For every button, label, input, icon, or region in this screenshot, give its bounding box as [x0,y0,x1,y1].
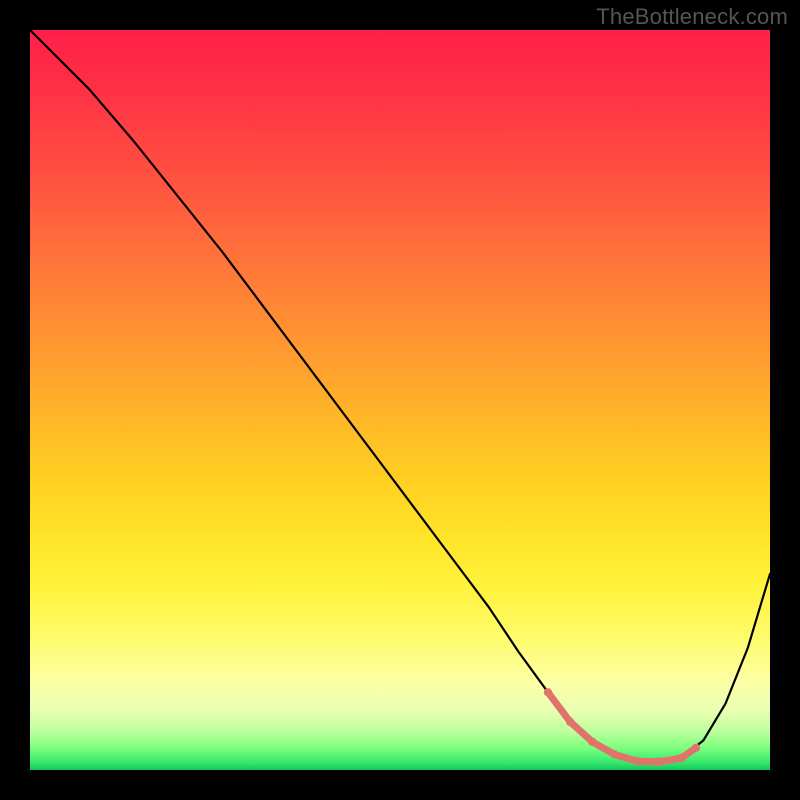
optimal-region-dot [544,688,552,696]
plot-area [30,30,770,770]
optimal-region-dot [677,754,685,762]
watermark-text: TheBottleneck.com [596,4,788,30]
optimal-region-dot [566,718,574,726]
optimal-region-dot [692,744,700,752]
chart-svg [30,30,770,770]
optimal-region-line [548,692,696,762]
optimal-region-markers [544,688,700,766]
bottleneck-curve [30,30,770,762]
optimal-region-dot [588,738,596,746]
optimal-region-dot [633,757,641,765]
optimal-region-dot [610,750,618,758]
optimal-region-dot [655,758,663,766]
chart-frame: TheBottleneck.com [0,0,800,800]
